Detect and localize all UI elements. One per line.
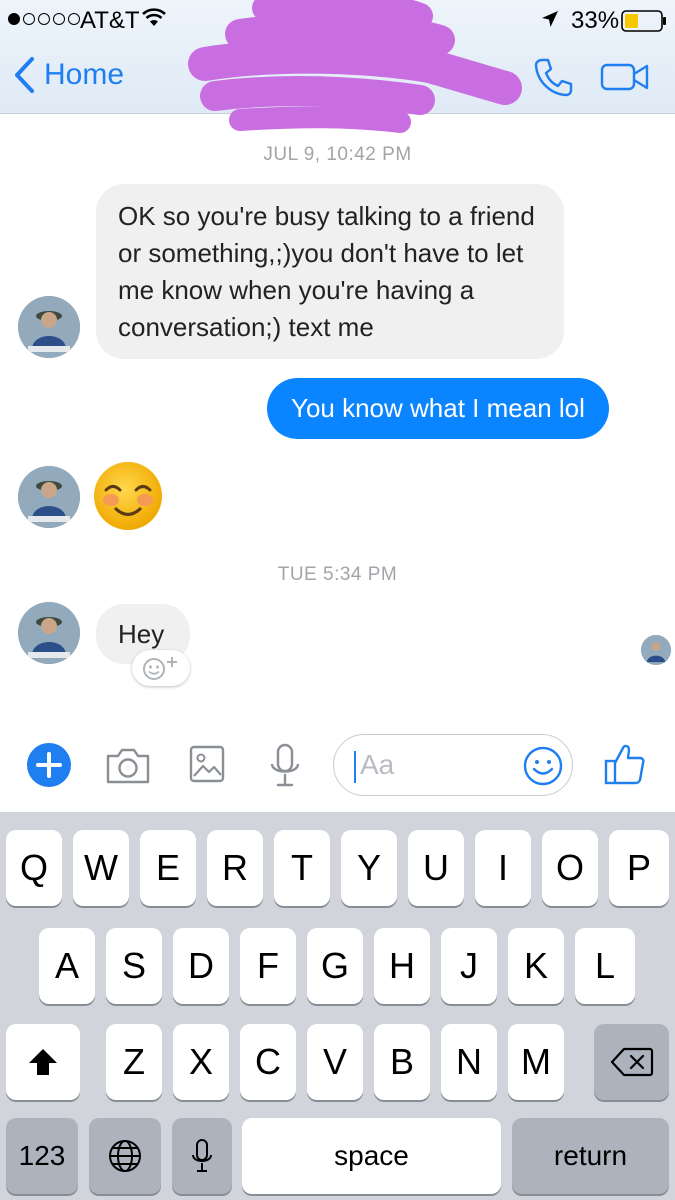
key-a[interactable]: A — [39, 928, 95, 1004]
key-h[interactable]: H — [374, 928, 430, 1004]
smiling-blush-emoji-icon[interactable] — [92, 460, 164, 532]
back-button[interactable]: Home — [12, 56, 124, 94]
video-call-icon[interactable] — [600, 62, 650, 92]
key-f[interactable]: F — [240, 928, 296, 1004]
key-z[interactable]: Z — [106, 1024, 162, 1100]
text-cursor — [354, 751, 356, 783]
add-reaction-icon — [143, 657, 177, 680]
shift-arrow-icon — [29, 1049, 57, 1075]
shift-key[interactable] — [6, 1024, 80, 1100]
wifi-icon — [142, 8, 166, 26]
battery-icon — [621, 10, 666, 32]
back-label: Home — [44, 58, 125, 91]
key-y[interactable]: Y — [341, 830, 397, 906]
contact-name[interactable]: … …ohe — [250, 50, 430, 76]
space-key[interactable]: space — [242, 1118, 501, 1194]
contact-avatar[interactable] — [18, 296, 80, 358]
location-arrow-icon — [542, 11, 558, 27]
key-w[interactable]: W — [73, 830, 129, 906]
timestamp: TUE 5:34 PM — [277, 564, 398, 585]
key-s[interactable]: S — [106, 928, 162, 1004]
outgoing-message[interactable]: You know what I mean lol — [267, 378, 609, 439]
key-j[interactable]: J — [441, 928, 497, 1004]
key-c[interactable]: C — [240, 1024, 296, 1100]
photo-gallery-icon[interactable] — [188, 744, 226, 784]
chevron-left-icon — [15, 57, 34, 93]
thumbs-up-icon[interactable] — [604, 742, 646, 786]
contact-avatar[interactable] — [18, 602, 80, 664]
message-placeholder: Aa — [360, 749, 395, 780]
on-screen-keyboard: Q W E R T Y U I O P A S D F G H J K L Z … — [0, 812, 675, 1200]
timestamp: JUL 9, 10:42 PM — [263, 144, 412, 165]
person-photo-icon — [18, 466, 80, 528]
microphone-icon[interactable] — [268, 742, 302, 790]
emoji-picker-icon[interactable] — [522, 745, 564, 787]
plus-icon[interactable] — [26, 742, 72, 788]
person-photo-icon — [18, 296, 80, 358]
message-input[interactable]: Aa — [333, 734, 573, 796]
key-p[interactable]: P — [609, 830, 669, 906]
contact-avatar[interactable] — [18, 466, 80, 528]
numbers-key[interactable]: 123 — [6, 1118, 78, 1194]
key-t[interactable]: T — [274, 830, 330, 906]
key-n[interactable]: N — [441, 1024, 497, 1100]
globe-key[interactable] — [89, 1118, 161, 1194]
key-e[interactable]: E — [140, 830, 196, 906]
battery-percentage: 33% — [571, 7, 620, 34]
phone-call-icon[interactable] — [532, 56, 574, 98]
key-u[interactable]: U — [408, 830, 464, 906]
key-l[interactable]: L — [575, 928, 635, 1004]
key-m[interactable]: M — [508, 1024, 564, 1100]
carrier-name: AT&T — [80, 7, 140, 34]
camera-icon[interactable] — [104, 746, 152, 786]
add-reaction-button[interactable] — [132, 650, 190, 686]
key-q[interactable]: Q — [6, 830, 62, 906]
incoming-message[interactable]: OK so you're busy talking to a friend or… — [96, 184, 564, 359]
person-photo-icon — [18, 602, 80, 664]
microphone-icon — [192, 1139, 212, 1172]
globe-icon — [109, 1140, 141, 1172]
seen-receipt-avatar — [641, 635, 671, 665]
key-g[interactable]: G — [307, 928, 363, 1004]
key-i[interactable]: I — [475, 830, 531, 906]
backspace-icon — [610, 1047, 653, 1077]
return-key[interactable]: return — [512, 1118, 669, 1194]
key-b[interactable]: B — [374, 1024, 430, 1100]
conversation-header: AT&T 33% Home … …ohe — [0, 0, 675, 133]
key-r[interactable]: R — [207, 830, 263, 906]
message-composer: Aa — [0, 720, 675, 812]
key-v[interactable]: V — [307, 1024, 363, 1100]
person-photo-icon — [641, 635, 671, 665]
status-bar: AT&T 33% — [0, 0, 675, 40]
dictation-key[interactable] — [172, 1118, 232, 1194]
key-k[interactable]: K — [508, 928, 564, 1004]
key-o[interactable]: O — [542, 830, 598, 906]
signal-strength-icon — [8, 13, 80, 25]
backspace-key[interactable] — [594, 1024, 669, 1100]
key-x[interactable]: X — [173, 1024, 229, 1100]
key-d[interactable]: D — [173, 928, 229, 1004]
